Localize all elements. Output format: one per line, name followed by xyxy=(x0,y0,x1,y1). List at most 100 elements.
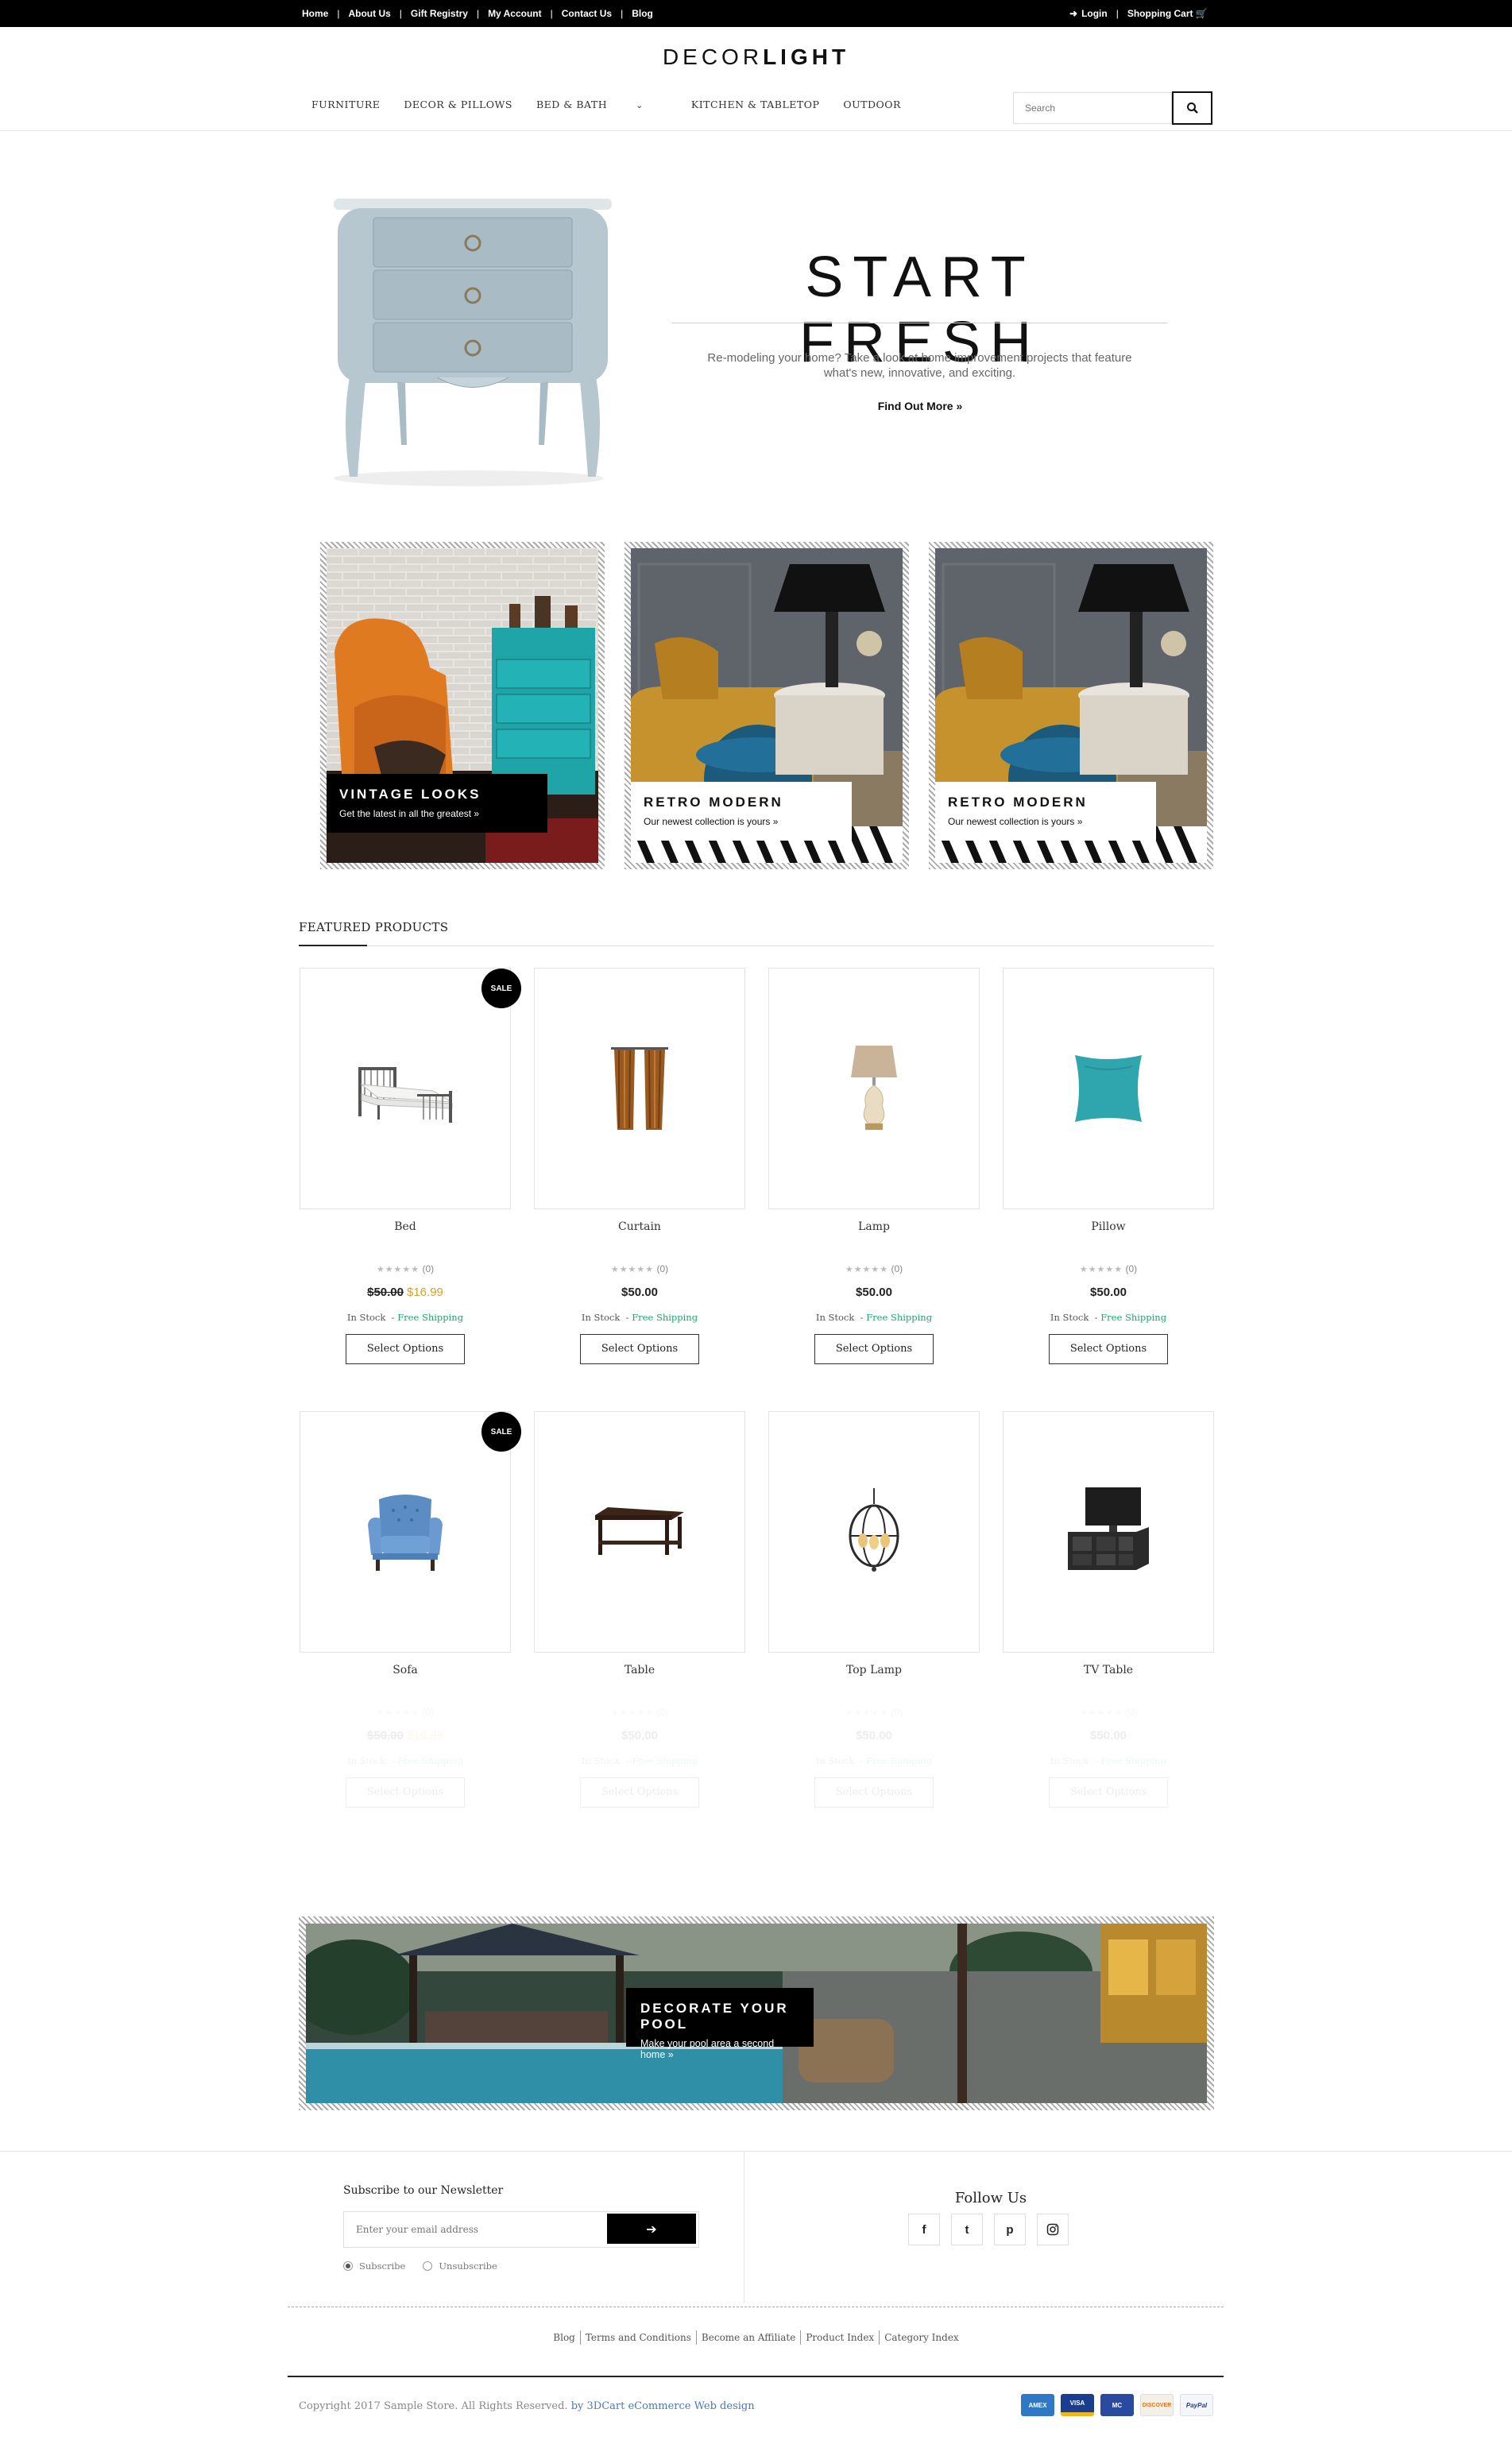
bed-icon xyxy=(358,1067,453,1123)
sale-price: $16.99 xyxy=(407,1286,443,1299)
search-input[interactable] xyxy=(1014,93,1171,123)
product-name[interactable]: Curtain xyxy=(534,1220,745,1233)
twitter-icon[interactable]: t xyxy=(951,2214,983,2245)
select-options-button[interactable]: Select Options xyxy=(814,1777,934,1808)
footer-link-affiliate[interactable]: Become an Affiliate xyxy=(697,2332,800,2345)
nav-item-decor-pillows[interactable]: DECOR & PILLOWS xyxy=(404,99,512,110)
facebook-icon[interactable]: f xyxy=(908,2214,940,2245)
product-image-box[interactable] xyxy=(1003,1411,1214,1653)
product-image-box[interactable] xyxy=(768,968,980,1209)
banner-retro-modern-2[interactable]: RETRO MODERN Our newest collection is yo… xyxy=(929,542,1213,869)
follow-us-title: Follow Us xyxy=(954,2190,1027,2206)
search-button[interactable] xyxy=(1172,91,1212,125)
separator: | xyxy=(550,8,553,19)
site-logo[interactable]: DECORLIGHT xyxy=(0,44,1512,70)
product-rating: ★★★★★ (0) xyxy=(1003,1707,1214,1718)
select-options-button[interactable]: Select Options xyxy=(580,1334,699,1364)
separator: | xyxy=(476,8,480,19)
product-image-box[interactable]: SALE xyxy=(300,1411,521,1653)
pinterest-icon[interactable]: p xyxy=(994,2214,1026,2245)
stock-status: In Stock - Free Shipping xyxy=(1050,1755,1167,1766)
footer-link-product-index[interactable]: Product Index xyxy=(801,2332,879,2345)
product-name[interactable]: Top Lamp xyxy=(768,1664,980,1676)
sale-badge: SALE xyxy=(481,1412,521,1452)
banner-retro-modern-1[interactable]: RETRO MODERN Our newest collection is yo… xyxy=(625,542,909,869)
old-price: $50.00 xyxy=(367,1286,404,1299)
hero-find-out-more-link[interactable]: Find Out More » xyxy=(672,400,1168,412)
payment-methods: AMEX VISA MC DISCOVER PayPal xyxy=(1021,2394,1220,2416)
top-link-home[interactable]: Home xyxy=(302,8,328,19)
nav-item-bed-bath[interactable]: BED & BATH ⌄ xyxy=(536,99,667,110)
product-rating: ★★★★★ (0) xyxy=(768,1263,980,1274)
separator: | xyxy=(621,8,624,19)
product-image-box[interactable] xyxy=(534,1411,745,1653)
lamp-icon xyxy=(851,1046,897,1130)
login-link[interactable]: ➜ Login xyxy=(1069,8,1108,19)
rating-count: (0) xyxy=(422,1263,435,1274)
product-image-box[interactable] xyxy=(1003,968,1214,1209)
select-options-button[interactable]: Select Options xyxy=(580,1777,699,1808)
banner-vintage-looks[interactable]: VINTAGE LOOKS Get the latest in all the … xyxy=(320,542,605,869)
footer-link-terms[interactable]: Terms and Conditions xyxy=(581,2332,696,2345)
instagram-glyph xyxy=(1046,2223,1059,2236)
instagram-icon[interactable] xyxy=(1037,2214,1069,2245)
rating-stars-icon: ★★★★★ xyxy=(610,1708,655,1718)
banner-subtitle[interactable]: Our newest collection is yours » xyxy=(644,816,839,827)
product-rating: ★★★★★ (0) xyxy=(300,1263,511,1274)
separator: | xyxy=(1116,8,1119,19)
rating-stars-icon: ★★★★★ xyxy=(610,1265,655,1274)
product-name[interactable]: Bed xyxy=(300,1220,511,1233)
nav-item-furniture[interactable]: FURNITURE xyxy=(311,99,380,110)
rating-count: (0) xyxy=(1125,1707,1138,1718)
stock-status: In Stock - Free Shipping xyxy=(581,1755,698,1766)
stock-status: In Stock - Free Shipping xyxy=(815,1755,933,1766)
nav-item-outdoor[interactable]: OUTDOOR xyxy=(843,99,901,110)
rating-stars-icon: ★★★★★ xyxy=(376,1708,420,1718)
copyright-text: Copyright 2017 Sample Store. All Rights … xyxy=(299,2400,568,2412)
top-link-about[interactable]: About Us xyxy=(348,8,390,19)
footer-bottom-divider xyxy=(288,2376,1224,2377)
top-link-blog[interactable]: Blog xyxy=(632,8,653,19)
product-card-tv-table: TV Table ★★★★★ (0) $50.00 In Stock - Fre… xyxy=(1003,1411,1214,1808)
footer-link-blog[interactable]: Blog xyxy=(548,2332,580,2345)
select-options-button[interactable]: Select Options xyxy=(346,1777,465,1808)
unsubscribe-label: Unsubscribe xyxy=(439,2260,497,2272)
product-card-bed: SALE Bed ★★★★★ (0) $50.00 $16.99 In Stock… xyxy=(300,968,521,1364)
product-name[interactable]: TV Table xyxy=(1003,1664,1214,1676)
product-image-box[interactable] xyxy=(768,1411,980,1653)
hero-text: Re-modeling your home? Take a look at ho… xyxy=(707,351,1132,380)
top-link-gift-registry[interactable]: Gift Registry xyxy=(411,8,468,19)
stock-label: In Stock xyxy=(346,1755,386,1766)
select-options-button[interactable]: Select Options xyxy=(1049,1777,1168,1808)
hero-dresser-image[interactable] xyxy=(318,183,628,501)
newsletter-submit-button[interactable]: ➔ xyxy=(607,2214,696,2244)
select-options-button[interactable]: Select Options xyxy=(814,1334,934,1364)
footer-link-category-index[interactable]: Category Index xyxy=(880,2332,964,2345)
featured-products-title: FEATURED PRODUCTS xyxy=(299,920,449,934)
banner-caption: RETRO MODERN Our newest collection is yo… xyxy=(631,782,852,841)
shipping-label: Free Shipping xyxy=(397,1755,464,1766)
product-image-box[interactable]: SALE xyxy=(300,968,521,1209)
banner-subtitle[interactable]: Our newest collection is yours » xyxy=(948,816,1143,827)
pool-banner-subtitle[interactable]: Make your pool area a second home » xyxy=(640,2038,799,2060)
top-link-my-account[interactable]: My Account xyxy=(488,8,542,19)
subscribe-radio[interactable] xyxy=(343,2261,353,2271)
product-image-box[interactable] xyxy=(534,968,745,1209)
top-links: Home | About Us | Gift Registry | My Accoun… xyxy=(302,0,653,27)
product-name[interactable]: Sofa xyxy=(300,1664,511,1676)
banner-subtitle[interactable]: Get the latest in all the greatest » xyxy=(339,808,535,819)
product-name[interactable]: Table xyxy=(534,1664,745,1676)
login-label: Login xyxy=(1081,8,1108,19)
unsubscribe-radio[interactable] xyxy=(423,2261,433,2271)
select-options-button[interactable]: Select Options xyxy=(346,1334,465,1364)
cart-link[interactable]: Shopping Cart 🛒 xyxy=(1127,8,1208,19)
credit-link[interactable]: by 3DCart eCommerce Web design xyxy=(571,2400,755,2412)
top-link-contact[interactable]: Contact Us xyxy=(562,8,612,19)
product-name[interactable]: Pillow xyxy=(1003,1220,1214,1233)
product-name[interactable]: Lamp xyxy=(768,1220,980,1233)
stock-status: In Stock - Free Shipping xyxy=(346,1755,464,1766)
newsletter-email-input[interactable] xyxy=(343,2211,607,2248)
product-price: $50.00 $16.99 xyxy=(300,1286,511,1299)
nav-item-kitchen-tabletop[interactable]: KITCHEN & TABLETOP xyxy=(691,99,820,110)
select-options-button[interactable]: Select Options xyxy=(1049,1334,1168,1364)
